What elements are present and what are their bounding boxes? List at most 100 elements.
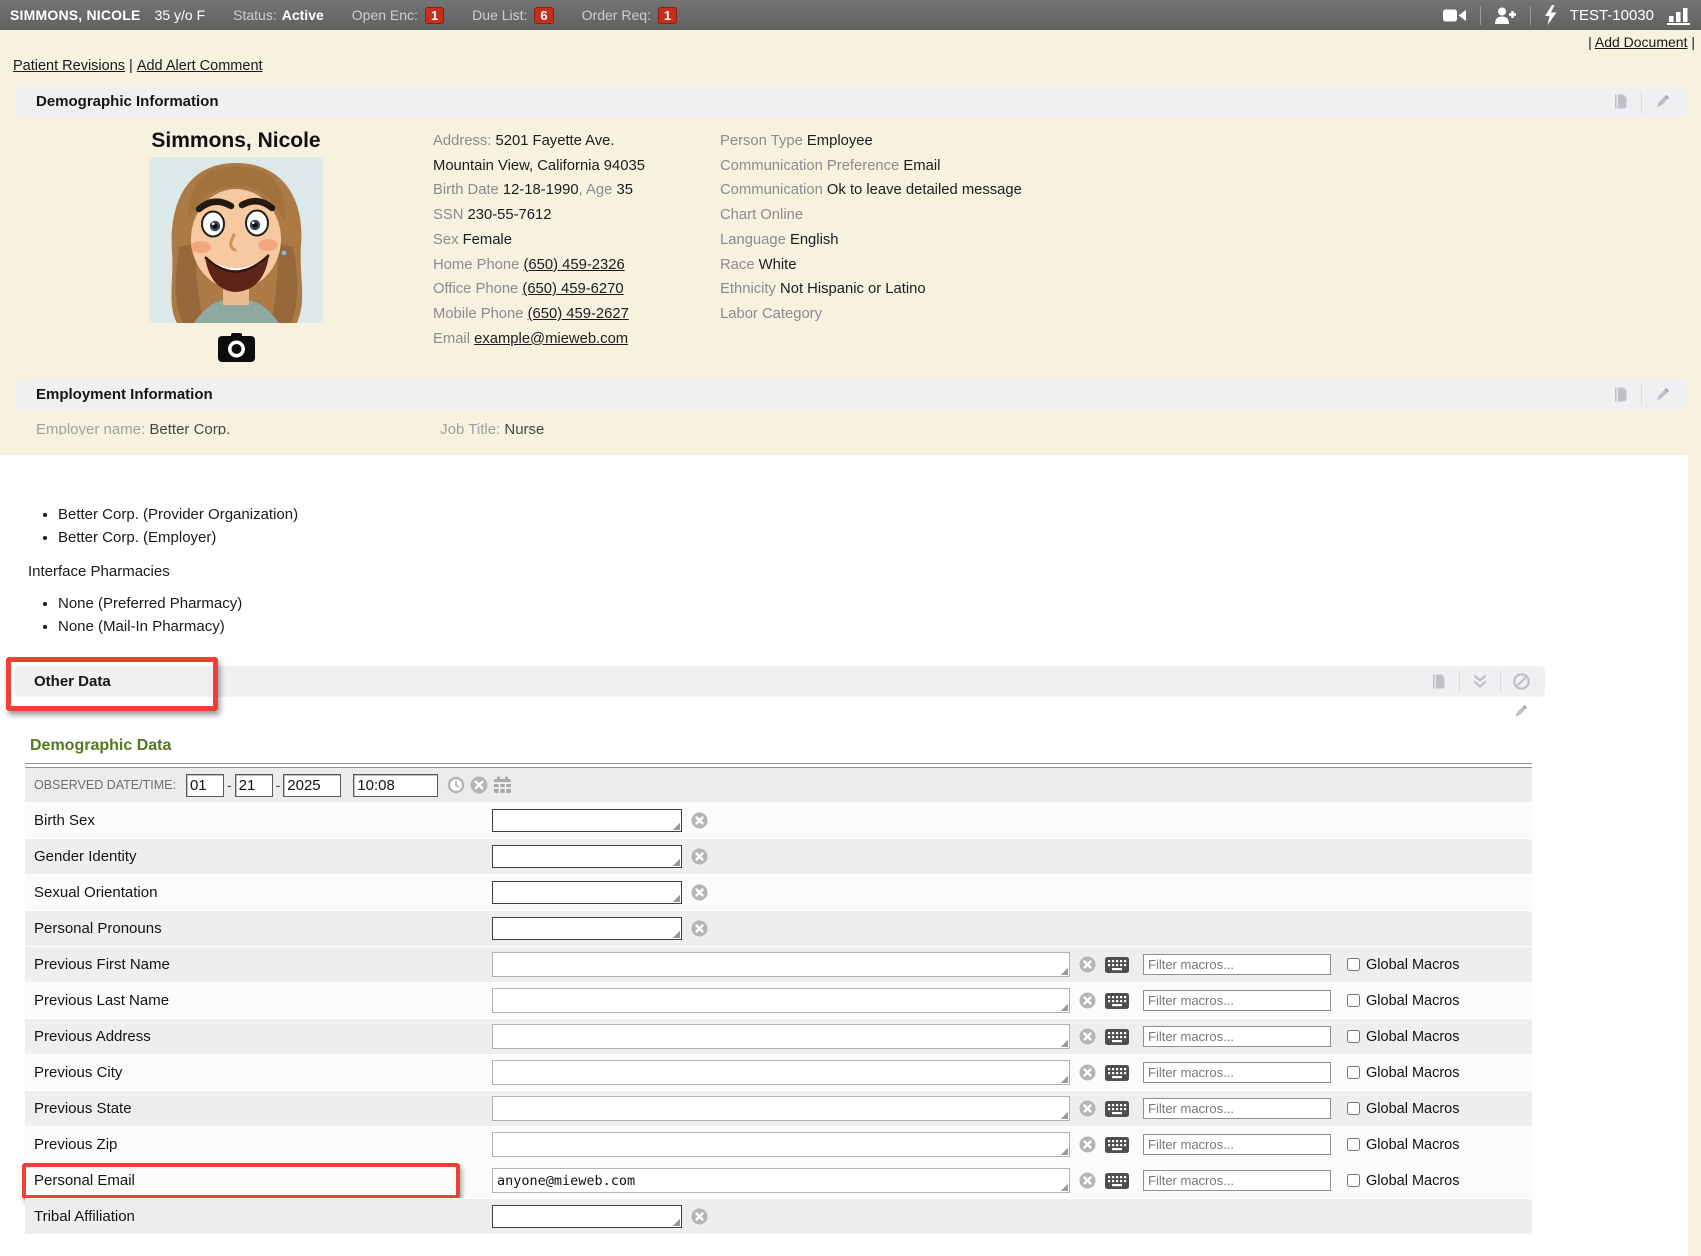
field-textarea[interactable] bbox=[492, 917, 682, 940]
clear-field-icon[interactable] bbox=[1079, 1172, 1096, 1189]
info-value-link[interactable]: (650) 459-6270 bbox=[522, 281, 623, 297]
field-textarea[interactable] bbox=[492, 881, 682, 904]
table-row: Personal Pronouns bbox=[25, 910, 1532, 946]
clear-datetime-icon[interactable] bbox=[470, 776, 488, 794]
edit-pencil-icon[interactable] bbox=[1653, 93, 1671, 111]
info-label: , Age bbox=[579, 182, 617, 198]
field-label: Previous Zip bbox=[25, 1136, 492, 1153]
filter-macros-input[interactable] bbox=[1143, 1026, 1331, 1047]
field-textarea[interactable] bbox=[492, 1024, 1070, 1049]
field-textarea[interactable] bbox=[492, 1096, 1070, 1121]
calendar-icon[interactable] bbox=[493, 776, 512, 794]
table-row: Previous Zip Global Macros bbox=[25, 1126, 1532, 1162]
field-textarea[interactable] bbox=[492, 1060, 1070, 1085]
affiliation-item: Better Corp. (Provider Organization) bbox=[58, 503, 1688, 526]
filter-macros-input[interactable] bbox=[1143, 1062, 1331, 1083]
filter-macros-input[interactable] bbox=[1143, 1170, 1331, 1191]
chart-stats-icon[interactable] bbox=[1667, 6, 1691, 25]
clock-icon[interactable] bbox=[447, 776, 465, 794]
add-person-icon[interactable] bbox=[1494, 7, 1517, 24]
info-value: Ok to leave detailed message bbox=[827, 182, 1022, 198]
affiliation-list: Better Corp. (Provider Organization)Bett… bbox=[42, 503, 1688, 549]
add-alert-comment-link[interactable]: Add Alert Comment bbox=[137, 58, 263, 74]
disable-section-icon[interactable] bbox=[1512, 672, 1531, 691]
clear-field-icon[interactable] bbox=[1079, 1100, 1096, 1117]
edit-pencil-icon[interactable] bbox=[1653, 386, 1671, 404]
filter-macros-input[interactable] bbox=[1143, 954, 1331, 975]
keyboard-macro-icon[interactable] bbox=[1105, 957, 1129, 973]
open-enc-badge[interactable]: 1 bbox=[425, 7, 444, 24]
observed-month-input[interactable] bbox=[186, 774, 224, 797]
clear-field-icon[interactable] bbox=[1079, 956, 1096, 973]
field-textarea[interactable] bbox=[492, 1132, 1070, 1157]
keyboard-macro-icon[interactable] bbox=[1105, 1101, 1129, 1117]
clear-field-icon[interactable] bbox=[691, 848, 708, 865]
filter-macros-input[interactable] bbox=[1143, 1098, 1331, 1119]
keyboard-macro-icon[interactable] bbox=[1105, 1173, 1129, 1189]
order-req-label: Order Req: bbox=[582, 7, 651, 23]
info-value: Employee bbox=[807, 133, 873, 149]
order-req-badge[interactable]: 1 bbox=[658, 7, 677, 24]
print-chart-icon[interactable] bbox=[1611, 385, 1630, 404]
section-title: Other Data bbox=[34, 673, 111, 690]
observed-day-input[interactable] bbox=[235, 774, 273, 797]
field-textarea[interactable] bbox=[492, 845, 682, 868]
affiliation-item: Better Corp. (Employer) bbox=[58, 526, 1688, 549]
field-textarea[interactable] bbox=[492, 809, 682, 832]
field-label: Tribal Affiliation bbox=[25, 1208, 492, 1225]
clear-field-icon[interactable] bbox=[1079, 992, 1096, 1009]
video-call-icon[interactable] bbox=[1443, 8, 1467, 23]
info-label: Address: bbox=[433, 133, 496, 149]
info-value-link[interactable]: example@mieweb.com bbox=[474, 331, 628, 347]
info-label: Birth Date bbox=[433, 182, 503, 198]
add-document-link[interactable]: Add Document bbox=[1595, 34, 1688, 50]
global-macros-label: Global Macros bbox=[1366, 1137, 1459, 1153]
keyboard-macro-icon[interactable] bbox=[1105, 1065, 1129, 1081]
print-chart-icon[interactable] bbox=[1611, 92, 1630, 111]
global-macros-checkbox[interactable] bbox=[1347, 1030, 1360, 1043]
clear-field-icon[interactable] bbox=[691, 1208, 708, 1225]
field-textarea[interactable]: anyone@mieweb.com bbox=[492, 1168, 1070, 1193]
clear-field-icon[interactable] bbox=[1079, 1136, 1096, 1153]
global-macros-checkbox[interactable] bbox=[1347, 1102, 1360, 1115]
info-value-link[interactable]: (650) 459-2326 bbox=[523, 257, 624, 273]
observed-year-input[interactable] bbox=[283, 774, 341, 797]
global-macros-checkbox[interactable] bbox=[1347, 994, 1360, 1007]
clear-field-icon[interactable] bbox=[691, 884, 708, 901]
global-macros-checkbox[interactable] bbox=[1347, 958, 1360, 971]
edit-pencil-icon[interactable] bbox=[1512, 703, 1529, 720]
info-row: Communication Preference Email bbox=[720, 154, 1150, 179]
global-macros-label: Global Macros bbox=[1366, 1065, 1459, 1081]
print-chart-icon[interactable] bbox=[1429, 672, 1448, 691]
keyboard-macro-icon[interactable] bbox=[1105, 1029, 1129, 1045]
global-macros-checkbox[interactable] bbox=[1347, 1174, 1360, 1187]
clear-field-icon[interactable] bbox=[691, 812, 708, 829]
field-textarea[interactable] bbox=[492, 988, 1070, 1013]
open-enc-label: Open Enc: bbox=[352, 7, 418, 23]
collapse-chevrons-icon[interactable] bbox=[1471, 673, 1489, 690]
info-value-link[interactable]: (650) 459-2627 bbox=[528, 306, 629, 322]
patient-revisions-link[interactable]: Patient Revisions bbox=[13, 58, 125, 74]
observed-time-input[interactable] bbox=[353, 774, 438, 797]
filter-macros-input[interactable] bbox=[1143, 1134, 1331, 1155]
info-row: Mobile Phone (650) 459-2627 bbox=[433, 302, 720, 327]
demographic-column-1: Address: 5201 Fayette Ave.Mountain View,… bbox=[433, 129, 720, 367]
field-textarea[interactable] bbox=[492, 952, 1070, 977]
update-photo-camera-icon[interactable] bbox=[218, 333, 255, 362]
info-row: Communication Ok to leave detailed messa… bbox=[720, 178, 1150, 203]
global-macros-checkbox[interactable] bbox=[1347, 1138, 1360, 1151]
due-list-badge[interactable]: 6 bbox=[534, 7, 553, 24]
keyboard-macro-icon[interactable] bbox=[1105, 993, 1129, 1009]
filter-macros-input[interactable] bbox=[1143, 990, 1331, 1011]
status-label: Status: bbox=[233, 7, 277, 23]
field-textarea[interactable] bbox=[492, 1205, 682, 1228]
clear-field-icon[interactable] bbox=[1079, 1064, 1096, 1081]
system-id: TEST-10030 bbox=[1570, 7, 1654, 24]
clear-field-icon[interactable] bbox=[691, 920, 708, 937]
clear-field-icon[interactable] bbox=[1079, 1028, 1096, 1045]
lightning-icon[interactable] bbox=[1544, 5, 1557, 25]
keyboard-macro-icon[interactable] bbox=[1105, 1137, 1129, 1153]
global-macros-label: Global Macros bbox=[1366, 957, 1459, 973]
info-label: Language bbox=[720, 232, 790, 248]
global-macros-checkbox[interactable] bbox=[1347, 1066, 1360, 1079]
